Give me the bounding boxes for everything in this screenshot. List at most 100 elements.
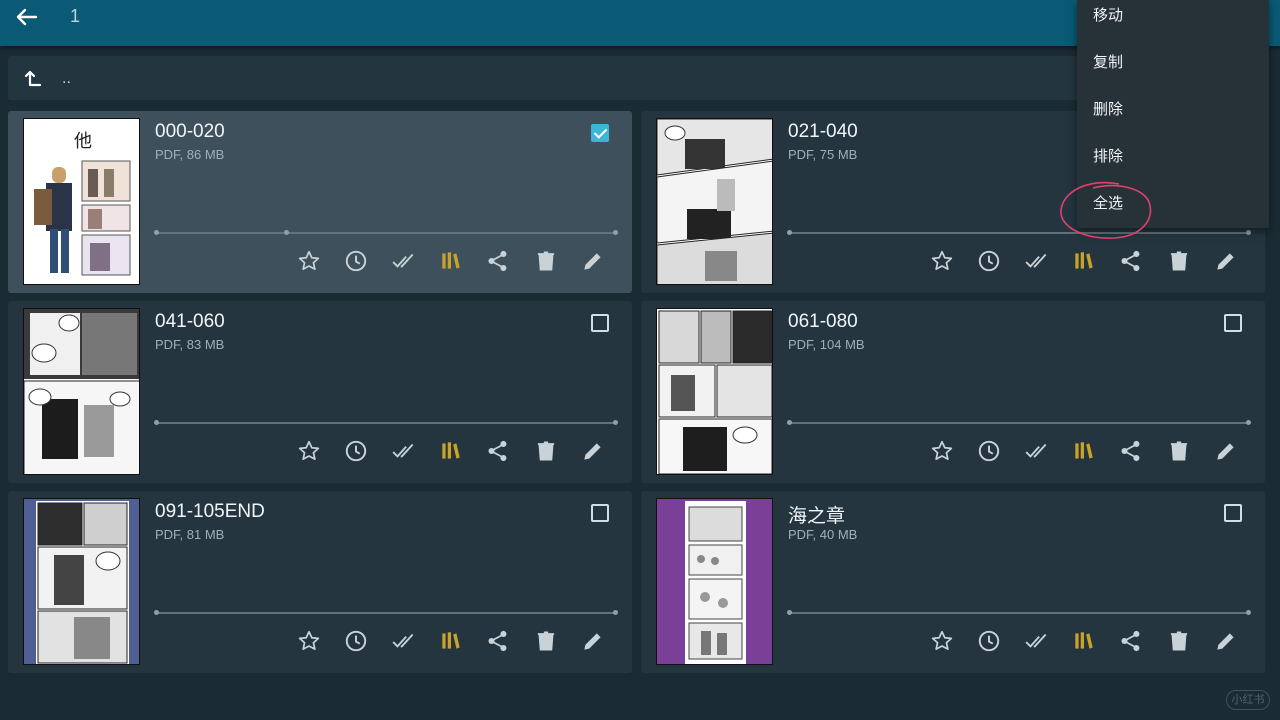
file-card[interactable]: 海之章 PDF, 40 MB	[641, 491, 1265, 673]
file-title: 021-040	[788, 121, 858, 142]
edit-icon	[1217, 633, 1234, 650]
clock-icon	[978, 250, 1000, 272]
file-title: 000-020	[155, 121, 225, 142]
delete-icon	[1170, 441, 1188, 461]
edit-button[interactable]	[1213, 628, 1239, 654]
overflow-menu: 移动 复制 删除 排除 全选	[1077, 0, 1269, 228]
delete-button[interactable]	[533, 628, 559, 654]
library-button[interactable]	[1071, 248, 1097, 274]
recent-button[interactable]	[343, 628, 369, 654]
share-icon	[488, 630, 507, 652]
mark-read-button[interactable]	[1024, 438, 1050, 464]
file-title: 海之章	[788, 506, 846, 527]
path-bar: ..	[8, 56, 1264, 100]
mark-read-button[interactable]	[1024, 628, 1050, 654]
select-checkbox[interactable]	[1224, 504, 1242, 522]
mark-read-button[interactable]	[391, 438, 417, 464]
mark-read-button[interactable]	[391, 628, 417, 654]
file-card[interactable]: 091-105END PDF, 81 MB	[8, 491, 632, 673]
recent-button[interactable]	[976, 438, 1002, 464]
share-button[interactable]	[485, 628, 511, 654]
share-icon	[1121, 440, 1140, 462]
delete-button[interactable]	[533, 248, 559, 274]
edit-button[interactable]	[580, 248, 606, 274]
parent-folder-button[interactable]	[22, 69, 42, 89]
file-card[interactable]: 041-060 PDF, 83 MB	[8, 301, 632, 483]
library-icon	[1075, 442, 1093, 459]
favorite-button[interactable]	[929, 628, 955, 654]
library-button[interactable]	[438, 438, 464, 464]
reading-progress-bar	[154, 230, 618, 235]
clock-icon	[345, 630, 367, 652]
double-check-icon	[1025, 443, 1047, 458]
menu-item-delete[interactable]: 删除	[1077, 94, 1269, 140]
edit-icon	[584, 633, 601, 650]
double-check-icon	[392, 253, 414, 268]
favorite-button[interactable]	[929, 248, 955, 274]
cover-thumbnail	[656, 498, 773, 665]
select-checkbox[interactable]	[591, 124, 609, 142]
library-icon	[442, 632, 460, 649]
share-button[interactable]	[485, 438, 511, 464]
menu-item-select-all[interactable]: 全选	[1077, 188, 1269, 234]
library-button[interactable]	[1071, 628, 1097, 654]
double-check-icon	[392, 633, 414, 648]
card-actions	[929, 438, 1249, 464]
share-button[interactable]	[1118, 438, 1144, 464]
edit-button[interactable]	[580, 438, 606, 464]
menu-item-exclude[interactable]: 排除	[1077, 141, 1269, 187]
delete-button[interactable]	[1166, 248, 1192, 274]
card-actions	[296, 248, 616, 274]
library-icon	[442, 252, 460, 269]
edit-button[interactable]	[580, 628, 606, 654]
edit-icon	[1217, 253, 1234, 270]
mark-read-button[interactable]	[1024, 248, 1050, 274]
recent-button[interactable]	[976, 628, 1002, 654]
card-actions	[296, 628, 616, 654]
cover-thumbnail	[656, 308, 773, 475]
reading-progress-bar	[154, 420, 618, 425]
edit-button[interactable]	[1213, 248, 1239, 274]
menu-item-copy[interactable]: 复制	[1077, 47, 1269, 93]
delete-button[interactable]	[1166, 628, 1192, 654]
delete-icon	[537, 631, 555, 651]
back-button[interactable]	[14, 6, 42, 28]
mark-read-button[interactable]	[391, 248, 417, 274]
library-button[interactable]	[438, 248, 464, 274]
favorite-button[interactable]	[929, 438, 955, 464]
menu-item-move[interactable]: 移动	[1077, 0, 1269, 46]
cover-thumbnail	[23, 308, 140, 475]
select-checkbox[interactable]	[591, 504, 609, 522]
parent-folder-label: ..	[62, 70, 71, 87]
clock-icon	[978, 440, 1000, 462]
select-checkbox[interactable]	[1224, 314, 1242, 332]
delete-button[interactable]	[533, 438, 559, 464]
recent-button[interactable]	[343, 438, 369, 464]
double-check-icon	[1025, 633, 1047, 648]
file-meta: PDF, 81 MB	[155, 527, 225, 542]
file-title: 041-060	[155, 311, 225, 332]
share-button[interactable]	[1118, 248, 1144, 274]
share-button[interactable]	[485, 248, 511, 274]
library-button[interactable]	[438, 628, 464, 654]
clock-icon	[345, 440, 367, 462]
edit-button[interactable]	[1213, 438, 1239, 464]
favorite-button[interactable]	[296, 248, 322, 274]
share-button[interactable]	[1118, 628, 1144, 654]
recent-button[interactable]	[343, 248, 369, 274]
card-actions	[929, 248, 1249, 274]
share-icon	[488, 440, 507, 462]
library-button[interactable]	[1071, 438, 1097, 464]
favorite-button[interactable]	[296, 628, 322, 654]
favorite-button[interactable]	[296, 438, 322, 464]
share-icon	[488, 250, 507, 272]
file-card[interactable]: 他 000-020 PDF, 86 MB	[8, 111, 632, 293]
file-card[interactable]: 061-080 PDF, 104 MB	[641, 301, 1265, 483]
delete-button[interactable]	[1166, 438, 1192, 464]
star-icon	[298, 250, 320, 270]
delete-icon	[1170, 251, 1188, 271]
select-checkbox[interactable]	[591, 314, 609, 332]
recent-button[interactable]	[976, 248, 1002, 274]
cover-thumbnail	[656, 118, 773, 285]
library-icon	[442, 442, 460, 459]
